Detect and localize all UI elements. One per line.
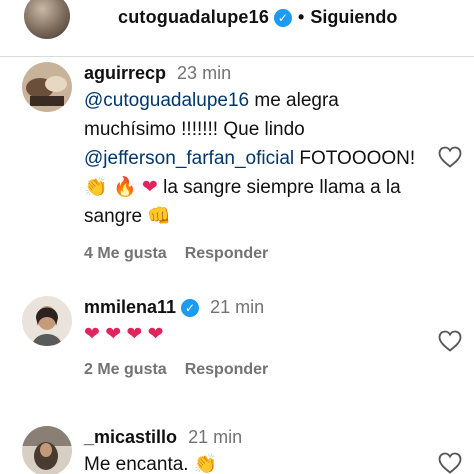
comment-text: @cutoguadalupe16 me alegra muchísimo !!!… <box>84 86 434 231</box>
comment-time: 21 min <box>210 297 265 317</box>
comment-actions: 2 Me gusta Responder <box>84 361 434 379</box>
comment-body: mmilena11 ✓ 21 min ❤ ❤ ❤ ❤ 2 Me gusta Resp… <box>84 296 434 379</box>
commenter-avatar[interactable] <box>22 426 72 474</box>
comment-actions: 4 Me gusta Responder <box>84 245 434 263</box>
mention-link[interactable]: @cutoguadalupe16 <box>84 90 249 111</box>
author-avatar[interactable] <box>24 0 70 39</box>
commenter-avatar[interactable] <box>22 296 72 346</box>
commenter-avatar[interactable] <box>22 62 72 112</box>
comment: aguirrecp 23 min @cutoguadalupe16 me ale… <box>22 62 462 272</box>
author-username-text[interactable]: cutoguadalupe16 <box>118 7 269 27</box>
comment-text-part: FOTOOOON! <box>294 148 416 169</box>
red-heart-icon: ❤ <box>147 323 164 345</box>
likes-count[interactable]: 2 Me gusta <box>84 361 167 378</box>
comment-username[interactable]: aguirrecp <box>84 63 166 83</box>
comment-time: 23 min <box>177 63 232 83</box>
verified-badge-icon: ✓ <box>274 8 293 27</box>
mention-link[interactable]: @jefferson_farfan_oficial <box>84 148 294 169</box>
heart-outline-icon[interactable] <box>438 452 462 474</box>
following-button[interactable]: Siguiendo <box>310 7 397 28</box>
reply-button[interactable]: Responder <box>185 361 269 378</box>
red-heart-icon: ❤ <box>84 323 100 345</box>
fire-icon: 🔥 <box>112 176 137 198</box>
comment: _micastillo 21 min Me encanta. 👏 <box>22 426 462 474</box>
verified-badge-icon: ✓ <box>181 299 200 318</box>
clapping-hands-icon: 👏 <box>84 176 108 198</box>
comment-body: _micastillo 21 min Me encanta. 👏 <box>84 426 434 474</box>
reply-button[interactable]: Responder <box>185 245 269 262</box>
comment-text-part: Me encanta. <box>84 454 194 474</box>
red-heart-icon: ❤ <box>141 176 158 198</box>
comment-body: aguirrecp 23 min @cutoguadalupe16 me ale… <box>84 62 434 263</box>
heart-outline-icon[interactable] <box>438 146 462 168</box>
clapping-hands-icon: 👏 <box>193 453 218 474</box>
comment-text: ❤ ❤ ❤ ❤ <box>84 320 434 349</box>
comment-time: 21 min <box>188 427 243 447</box>
author-username[interactable]: cutoguadalupe16 ✓ <box>118 7 293 28</box>
post-header: cutoguadalupe16 ✓ • Siguiendo <box>0 0 474 50</box>
fist-bump-icon: 👊 <box>147 205 172 227</box>
comment-text: Me encanta. 👏 <box>84 450 434 474</box>
comment-username[interactable]: _micastillo <box>84 427 177 447</box>
header-divider <box>0 56 474 57</box>
comment-username[interactable]: mmilena11 <box>84 297 176 317</box>
separator-dot: • <box>298 6 305 27</box>
red-heart-icon: ❤ <box>105 323 122 345</box>
likes-count[interactable]: 4 Me gusta <box>84 245 167 262</box>
comment: mmilena11 ✓ 21 min ❤ ❤ ❤ ❤ 2 Me gusta Resp… <box>22 296 462 396</box>
red-heart-icon: ❤ <box>126 323 143 345</box>
heart-outline-icon[interactable] <box>438 330 462 352</box>
